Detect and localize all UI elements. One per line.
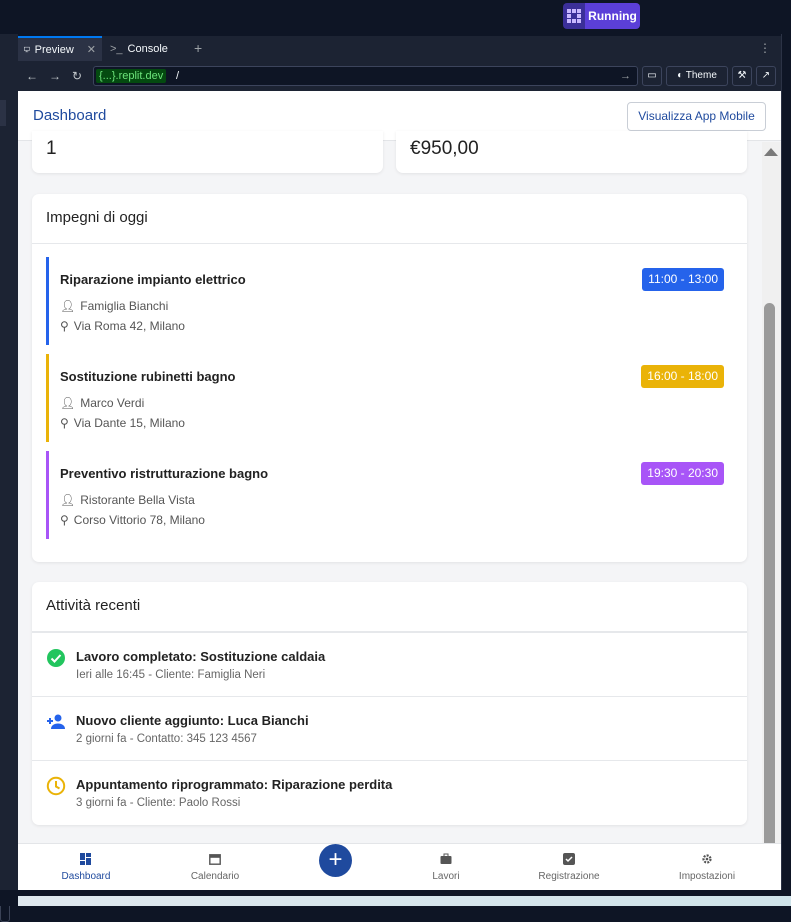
checkbox-icon (563, 853, 575, 865)
today-card: Impegni di oggi Riparazione impianto ele… (32, 194, 747, 562)
devtools-icon[interactable]: ▭ (642, 66, 662, 86)
appointment-title: Riparazione impianto elettrico (60, 272, 246, 287)
time-badge: 11:00 - 13:00 (642, 268, 724, 291)
activity-detail: Ieri alle 16:45 - Cliente: Famiglia Neri (76, 669, 266, 681)
recent-activity-card: Attività recenti Lavoro completato: Sost… (32, 582, 747, 825)
appointment-client: Famiglia Bianchi (80, 299, 169, 313)
add-person-icon (47, 714, 65, 729)
nav-label: Calendario (190, 871, 240, 882)
run-grid-icon[interactable] (563, 3, 585, 29)
today-title: Impegni di oggi (32, 194, 747, 244)
wrench-icon[interactable]: ⚒ (732, 66, 752, 86)
location-pin-icon: ⚲ (60, 319, 69, 333)
scrollbar[interactable] (762, 142, 781, 843)
stat-value: 1 (46, 138, 57, 159)
recent-title: Attività recenti (32, 582, 747, 632)
forward-arrow-icon[interactable]: → (49, 69, 61, 83)
app-viewport: Dashboard Visualizza App Mobile 1 €950,0… (18, 91, 781, 890)
more-vertical-icon[interactable]: ⋮ (759, 36, 771, 61)
activity-detail: 3 giorni fa - Cliente: Paolo Rossi (76, 797, 241, 809)
ide-topbar: Running (0, 0, 791, 34)
appointment-address: Via Dante 15, Milano (73, 416, 185, 430)
stat-value: €950,00 (410, 138, 479, 159)
tab-preview-label: Preview (34, 43, 74, 56)
url-field[interactable]: {...}.replit.dev / → (93, 66, 638, 86)
nav-settings[interactable]: Impostazioni (657, 852, 757, 882)
activity-title: Lavoro completato: Sostituzione caldaia (76, 649, 326, 664)
ide-bottom-edge (0, 890, 791, 906)
nav-registration[interactable]: Registrazione (519, 852, 619, 882)
appointment-title: Preventivo ristrutturazione bagno (60, 466, 269, 481)
tab-console[interactable]: >_ Console (104, 36, 184, 61)
appointment-item[interactable]: Preventivo ristrutturazione bagno 👤︎ Rist… (46, 451, 724, 539)
nav-dashboard[interactable]: Dashboard (36, 852, 136, 882)
nav-label: Impostazioni (678, 871, 736, 882)
dashboard-icon (80, 853, 91, 865)
appointment-item[interactable]: Riparazione impianto elettrico 👤︎ Famigli… (46, 257, 724, 345)
page-title: Dashboard (33, 107, 107, 124)
activity-detail: 2 giorni fa - Contatto: 345 123 4567 (76, 733, 257, 745)
location-pin-icon: ⚲ (60, 416, 69, 430)
appointment-address: Corso Vittorio 78, Milano (73, 513, 205, 527)
time-badge: 19:30 - 20:30 (641, 462, 724, 485)
activity-item[interactable]: Appuntamento riprogrammato: Riparazione … (32, 760, 747, 824)
activity-title: Appuntamento riprogrammato: Riparazione … (76, 777, 393, 792)
person-icon: 👤︎ (60, 299, 76, 313)
location-pin-icon: ⚲ (60, 513, 69, 527)
appointment-client: Ristorante Bella Vista (80, 493, 195, 507)
bottom-navigation: Dashboard Calendario + Lavori Registrazi… (18, 843, 781, 890)
calendar-icon (209, 854, 221, 865)
pane-tabs: Preview ✕ >_ Console + ⋮ (18, 36, 781, 61)
monitor-icon (24, 46, 30, 53)
left-panel-edge (0, 34, 18, 922)
theme-button[interactable]: ◐ Theme (666, 66, 728, 86)
open-external-icon[interactable]: ↗ (756, 66, 776, 86)
terminal-icon: >_ (110, 42, 123, 55)
theme-label: Theme (685, 70, 717, 81)
url-path: / (176, 70, 180, 82)
nav-label: Registrazione (538, 871, 600, 882)
activity-item[interactable]: Lavoro completato: Sostituzione caldaia … (32, 632, 747, 696)
person-icon: 👤︎ (60, 396, 76, 410)
add-fab-button[interactable]: + (319, 844, 352, 877)
right-panel-edge (781, 34, 791, 906)
stat-card: €950,00 (396, 131, 747, 173)
gear-icon (702, 854, 712, 864)
nav-label: Lavori (432, 871, 460, 882)
run-button[interactable]: Running (585, 3, 640, 29)
back-arrow-icon[interactable]: ← (26, 69, 38, 83)
clock-icon (46, 776, 66, 796)
stat-card: 1 (32, 131, 383, 173)
appointment-title: Sostituzione rubinetti bagno (60, 369, 236, 384)
scrollbar-thumb[interactable] (764, 303, 775, 843)
go-arrow-icon[interactable]: → (620, 67, 631, 85)
nav-label: Dashboard (61, 871, 111, 882)
preview-toolbar: ← → ↻ {...}.replit.dev / → ▭ ◐ Theme ⚒ ↗ (18, 61, 781, 91)
person-icon: 👤︎ (60, 493, 76, 507)
nav-jobs[interactable]: Lavori (396, 852, 496, 882)
palette-icon: ◐ (677, 70, 684, 81)
url-host: {...}.replit.dev (96, 69, 167, 83)
tab-preview[interactable]: Preview ✕ (18, 36, 102, 61)
activity-item[interactable]: Nuovo cliente aggiunto: Luca Bianchi 2 g… (32, 696, 747, 760)
reload-icon[interactable]: ↻ (72, 69, 82, 83)
new-tab-icon[interactable]: + (194, 36, 202, 61)
time-badge: 16:00 - 18:00 (641, 365, 724, 388)
appointment-address: Via Roma 42, Milano (73, 319, 185, 333)
appointment-item[interactable]: Sostituzione rubinetti bagno 👤︎ Marco Ver… (46, 354, 724, 442)
mobile-app-button[interactable]: Visualizza App Mobile (627, 102, 766, 131)
appointment-client: Marco Verdi (80, 396, 145, 410)
scroll-up-arrow-icon[interactable] (764, 148, 778, 156)
tab-console-label: Console (127, 42, 168, 55)
check-circle-icon (47, 649, 65, 667)
briefcase-icon (440, 853, 452, 864)
activity-title: Nuovo cliente aggiunto: Luca Bianchi (76, 713, 309, 728)
nav-calendar[interactable]: Calendario (165, 852, 265, 882)
close-tab-icon[interactable]: ✕ (87, 43, 96, 56)
